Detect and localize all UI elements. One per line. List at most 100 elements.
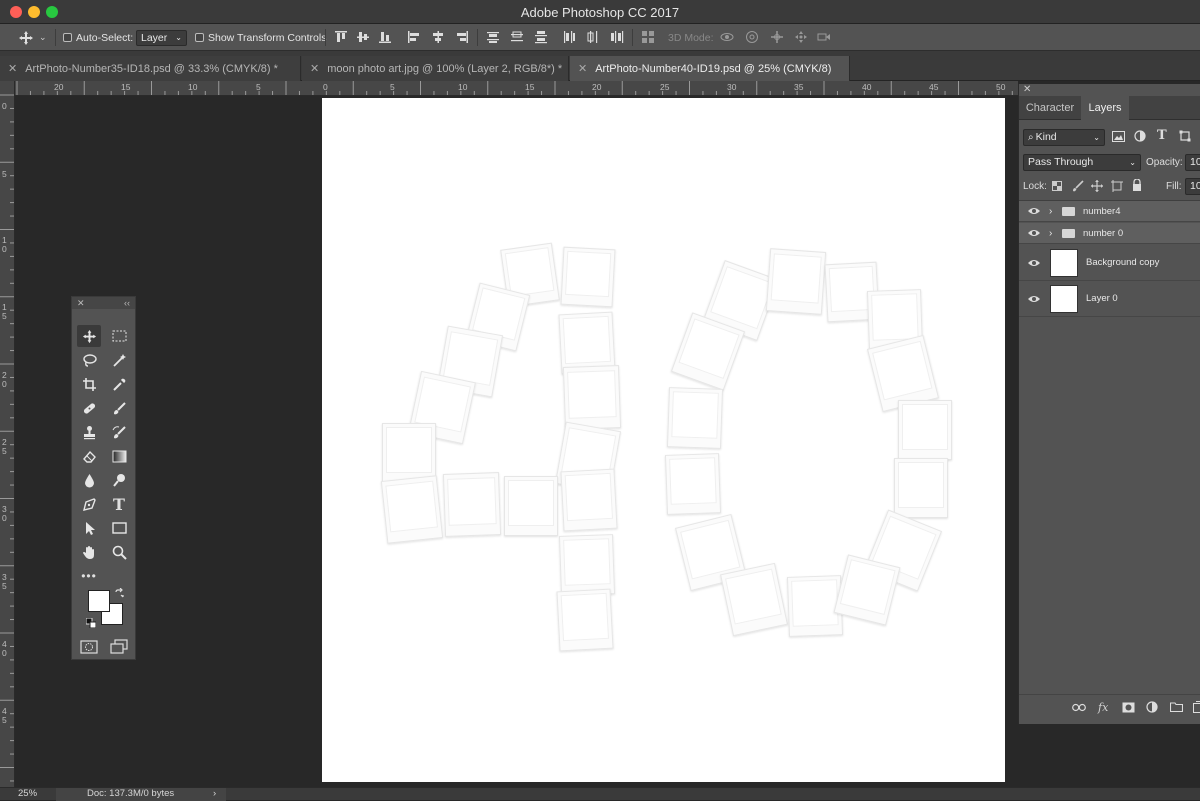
collapse-icon[interactable]: ‹‹ xyxy=(124,298,130,308)
gradient-tool[interactable] xyxy=(107,445,131,467)
chevron-right-icon[interactable]: › xyxy=(213,788,216,799)
visibility-eye-icon[interactable] xyxy=(1028,205,1040,217)
distribute-left-icon[interactable] xyxy=(562,30,576,44)
layer-style-icon[interactable]: fx xyxy=(1098,701,1108,714)
blur-tool[interactable] xyxy=(77,469,101,491)
align-horizontal-centers-icon[interactable] xyxy=(431,30,445,44)
link-layers-icon[interactable] xyxy=(1072,703,1086,712)
ruler-label: 50 xyxy=(996,82,1005,92)
scale-3d-icon[interactable] xyxy=(817,30,831,44)
brush-tool[interactable] xyxy=(107,397,131,419)
rectangle-tool[interactable] xyxy=(107,517,131,539)
dodge-tool[interactable] xyxy=(107,469,131,491)
eyedropper-tool[interactable] xyxy=(107,373,131,395)
distribute-right-icon[interactable] xyxy=(610,30,624,44)
chevron-right-icon[interactable]: › xyxy=(1049,228,1052,239)
close-icon[interactable]: ✕ xyxy=(1023,84,1031,95)
filter-type-icon[interactable]: T xyxy=(1157,128,1167,143)
filter-adjustment-icon[interactable] xyxy=(1134,130,1146,142)
new-adjustment-layer-icon[interactable] xyxy=(1146,701,1158,713)
document-canvas[interactable] xyxy=(322,98,1005,782)
close-icon[interactable]: ✕ xyxy=(77,298,85,309)
add-mask-icon[interactable] xyxy=(1122,702,1135,713)
tab-moon-photo-art[interactable]: ✕ moon photo art.jpg @ 100% (Layer 2, RG… xyxy=(302,56,569,81)
pan-3d-icon[interactable] xyxy=(770,30,784,44)
align-left-edges-icon[interactable] xyxy=(407,30,421,44)
distribute-top-icon[interactable] xyxy=(486,30,500,44)
eraser-tool[interactable] xyxy=(77,445,101,467)
distribute-horizontal-centers-icon[interactable] xyxy=(586,30,600,44)
polaroid-frame xyxy=(559,534,615,596)
visibility-eye-icon[interactable] xyxy=(1028,293,1040,305)
swap-colors-icon[interactable] xyxy=(114,588,125,599)
history-brush-tool[interactable] xyxy=(107,421,131,443)
auto-align-layers-icon[interactable] xyxy=(641,30,655,44)
auto-select-dropdown[interactable]: Layer ⌄ xyxy=(136,30,187,46)
tool-preset-picker[interactable]: ⌄ xyxy=(18,24,47,51)
healing-brush-tool[interactable] xyxy=(77,397,101,419)
slide-3d-icon[interactable] xyxy=(794,30,808,44)
tools-panel-header[interactable]: ✕ ‹‹ xyxy=(72,297,135,309)
doc-info-box[interactable]: Doc: 137.3M/0 bytes › xyxy=(56,788,226,801)
zoom-tool[interactable] xyxy=(107,541,131,563)
auto-select-checkbox-group[interactable]: Auto-Select: xyxy=(63,24,133,51)
opacity-field[interactable]: 100 xyxy=(1185,154,1200,171)
tab-layers[interactable]: Layers xyxy=(1081,96,1129,120)
align-right-edges-icon[interactable] xyxy=(455,30,469,44)
lock-position-icon[interactable] xyxy=(1091,180,1103,192)
orbit-3d-icon[interactable] xyxy=(720,30,734,44)
hand-tool[interactable] xyxy=(77,541,101,563)
fill-field[interactable]: 100 xyxy=(1185,178,1200,195)
filter-shape-icon[interactable] xyxy=(1179,130,1191,142)
pen-tool[interactable] xyxy=(77,493,101,515)
tab-artphoto-number40[interactable]: ✕ ArtPhoto-Number40-ID19.psd @ 25% (CMYK… xyxy=(570,56,850,81)
align-top-edges-icon[interactable] xyxy=(334,30,348,44)
align-vertical-centers-icon[interactable] xyxy=(356,30,370,44)
new-layer-icon[interactable] xyxy=(1193,701,1200,713)
marquee-tool[interactable] xyxy=(107,325,131,347)
type-tool[interactable]: T xyxy=(107,493,131,515)
lock-transparent-pixels-icon[interactable] xyxy=(1052,181,1062,191)
distribute-bottom-icon[interactable] xyxy=(534,30,548,44)
show-transform-controls[interactable]: Show Transform Controls xyxy=(195,24,326,51)
distribute-vertical-centers-icon[interactable] xyxy=(510,30,524,44)
path-selection-tool[interactable] xyxy=(77,517,101,539)
filter-pixel-icon[interactable] xyxy=(1112,131,1125,142)
move-tool[interactable] xyxy=(77,325,101,347)
screen-mode-icon[interactable] xyxy=(110,639,128,654)
layer-row[interactable]: Layer 0 xyxy=(1019,281,1200,317)
polaroid-frame xyxy=(556,589,613,652)
magic-wand-tool[interactable] xyxy=(107,349,131,371)
more-tools-button[interactable]: ••• xyxy=(77,565,101,587)
filter-kind-dropdown[interactable]: ⌕ Kind ⌄ xyxy=(1023,129,1105,146)
visibility-eye-icon[interactable] xyxy=(1028,227,1040,239)
close-tab-icon[interactable]: ✕ xyxy=(310,62,319,75)
layer-row[interactable]: › number 0 xyxy=(1019,223,1200,244)
tab-artphoto-number35[interactable]: ✕ ArtPhoto-Number35-ID18.psd @ 33.3% (CM… xyxy=(0,56,301,81)
close-tab-icon[interactable]: ✕ xyxy=(578,62,587,75)
layer-row[interactable]: › number4 xyxy=(1019,201,1200,222)
auto-select-checkbox[interactable] xyxy=(63,33,72,42)
lock-image-pixels-icon[interactable] xyxy=(1072,180,1084,192)
clone-stamp-tool[interactable] xyxy=(77,421,101,443)
foreground-color-swatch[interactable] xyxy=(88,590,110,612)
chevron-right-icon[interactable]: › xyxy=(1049,206,1052,217)
lock-artboard-icon[interactable] xyxy=(1111,180,1123,192)
vertical-ruler[interactable]: 0 5 1 0 1 5 2 0 2 5 3 0 3 5 4 0 4 5 xyxy=(0,81,15,787)
lasso-tool[interactable] xyxy=(77,349,101,371)
close-tab-icon[interactable]: ✕ xyxy=(8,62,17,75)
quick-mask-icon[interactable] xyxy=(80,640,98,654)
roll-3d-icon[interactable] xyxy=(745,30,759,44)
horizontal-ruler[interactable]: 20 15 10 5 0 5 10 15 20 25 30 35 40 45 5… xyxy=(15,81,1018,96)
align-bottom-edges-icon[interactable] xyxy=(378,30,392,44)
show-transform-checkbox[interactable] xyxy=(195,33,204,42)
new-group-icon[interactable] xyxy=(1170,702,1183,712)
lock-all-icon[interactable] xyxy=(1132,179,1142,191)
crop-tool[interactable] xyxy=(77,373,101,395)
zoom-level[interactable]: 25% xyxy=(18,788,37,799)
default-colors-icon[interactable] xyxy=(86,618,96,628)
tab-character[interactable]: Character xyxy=(1019,96,1081,120)
visibility-eye-icon[interactable] xyxy=(1028,257,1040,269)
blend-mode-dropdown[interactable]: Pass Through ⌄ xyxy=(1023,154,1141,171)
layer-row[interactable]: Background copy xyxy=(1019,245,1200,281)
